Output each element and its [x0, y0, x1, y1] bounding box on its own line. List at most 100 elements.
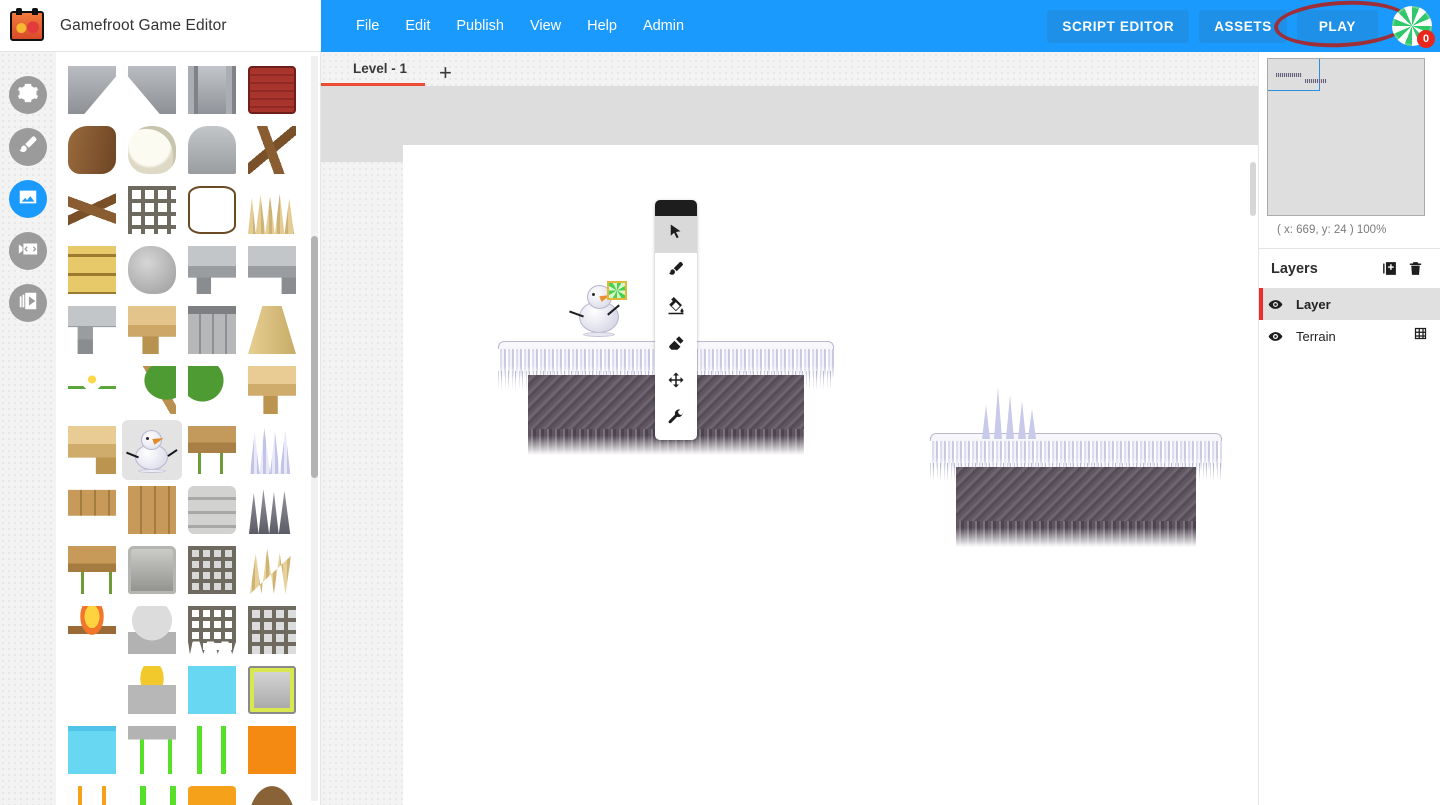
- asset-tile-daisy-flower[interactable]: [62, 360, 122, 420]
- asset-tile-slime-drip-ledge[interactable]: [122, 720, 182, 780]
- snowman-sprite[interactable]: [569, 281, 627, 339]
- sidebar-item-scripts[interactable]: [9, 232, 47, 270]
- asset-tile-wood-plank-ledge-end[interactable]: [62, 420, 122, 480]
- move-tool[interactable]: [655, 364, 697, 401]
- asset-tile-slime-small[interactable]: [122, 780, 182, 805]
- asset-tile-rock-spikes[interactable]: [242, 480, 302, 540]
- ice-platform-right[interactable]: [930, 433, 1222, 551]
- add-tab-button[interactable]: +: [425, 62, 466, 86]
- asset-tile-palm-leaves-left[interactable]: [122, 360, 182, 420]
- palette-scrollbar[interactable]: [311, 56, 318, 801]
- level-canvas[interactable]: [403, 145, 1259, 805]
- add-layer-icon[interactable]: [1376, 256, 1402, 282]
- fill-tool[interactable]: [655, 290, 697, 327]
- lava-drip-icon: [68, 786, 116, 805]
- eraser-tool[interactable]: [655, 327, 697, 364]
- asset-tile-sand-stalagmites[interactable]: [242, 540, 302, 600]
- asset-tile-dead-branch-right[interactable]: [242, 120, 302, 180]
- asset-tile-stone-ledge-left[interactable]: [182, 240, 242, 300]
- asset-tile-stone-fountain[interactable]: [122, 600, 182, 660]
- menu-item-view[interactable]: View: [517, 12, 574, 40]
- asset-tile-snowman[interactable]: [122, 420, 182, 480]
- asset-tile-log-ledge[interactable]: [62, 480, 122, 540]
- asset-tile-lava-ledge[interactable]: [182, 780, 242, 805]
- layer-row-terrain[interactable]: Terrain: [1259, 320, 1440, 352]
- ice-spikes-prop[interactable]: [978, 377, 1048, 439]
- tool-palette: [655, 200, 697, 440]
- assets-button[interactable]: ASSETS: [1199, 9, 1287, 43]
- asset-tile-dirt-mound[interactable]: [242, 780, 302, 805]
- asset-tile-skull[interactable]: [122, 120, 182, 180]
- grid-icon[interactable]: [1413, 326, 1428, 346]
- palette-scrollbar-thumb[interactable]: [311, 236, 318, 478]
- brush-icon: [667, 260, 685, 283]
- asset-tile-sand-spikes[interactable]: [242, 180, 302, 240]
- asset-tile-machine-device[interactable]: [242, 660, 302, 720]
- stone-ledge-right-icon: [248, 246, 296, 294]
- sidebar-item-assets[interactable]: [9, 180, 47, 218]
- menu-item-file[interactable]: File: [343, 12, 392, 40]
- menu-item-edit[interactable]: Edit: [392, 12, 443, 40]
- asset-tile-water-tile[interactable]: [182, 660, 242, 720]
- eye-icon[interactable]: [1268, 329, 1288, 344]
- asset-tile-gold-pillar[interactable]: [122, 660, 182, 720]
- brush-tool[interactable]: [655, 253, 697, 290]
- asset-tile-spiked-grate[interactable]: [182, 600, 242, 660]
- play-button[interactable]: PLAY: [1296, 9, 1378, 43]
- avatar[interactable]: 0: [1392, 6, 1435, 48]
- tool-palette-handle[interactable]: [655, 200, 697, 216]
- asset-tile-slime-vines[interactable]: [182, 720, 242, 780]
- menu-item-help[interactable]: Help: [574, 12, 630, 40]
- level-minimap[interactable]: [1267, 58, 1425, 216]
- settings-tool[interactable]: [655, 401, 697, 438]
- asset-tile-stone-ledge-end[interactable]: [62, 300, 122, 360]
- asset-tile-metal-grid[interactable]: [242, 600, 302, 660]
- asset-tile-water-surface[interactable]: [62, 720, 122, 780]
- trash-icon[interactable]: [1402, 256, 1428, 282]
- eye-icon[interactable]: [1268, 297, 1288, 312]
- asset-tile-metal-pillar[interactable]: [182, 60, 242, 120]
- asset-tile-tree-trunk[interactable]: [62, 120, 122, 180]
- editor-vertical-scrollbar[interactable]: [1250, 162, 1256, 802]
- right-panel: ( x: 669, y: 24 ) 100% Layers Layer Terra…: [1258, 52, 1440, 805]
- select-tool[interactable]: [655, 216, 697, 253]
- asset-tile-palm-leaves-right[interactable]: [182, 360, 242, 420]
- asset-tile-gravestone-rip[interactable]: [182, 120, 242, 180]
- asset-tile-wooden-shield[interactable]: [62, 660, 122, 720]
- asset-tile-stone-column[interactable]: [182, 480, 242, 540]
- menu-item-publish[interactable]: Publish: [443, 12, 517, 40]
- asset-tile-lava-drip[interactable]: [62, 780, 122, 805]
- asset-tile-hay-bale[interactable]: [62, 240, 122, 300]
- asset-tile-metal-grate[interactable]: [182, 540, 242, 600]
- sidebar-item-settings[interactable]: [9, 76, 47, 114]
- asset-tile-stone-ledge-right[interactable]: [242, 240, 302, 300]
- asset-tile-spiked-fence[interactable]: [122, 180, 182, 240]
- layer-row-layer[interactable]: Layer: [1259, 288, 1440, 320]
- gear-icon: [17, 82, 39, 109]
- asset-tile-lava-tile[interactable]: [242, 720, 302, 780]
- asset-tile-grey-rock[interactable]: [122, 240, 182, 300]
- left-rail: [0, 52, 56, 805]
- asset-tile-wood-ledge-vines[interactable]: [62, 540, 122, 600]
- asset-tile-wood-plank-ledge[interactable]: [242, 360, 302, 420]
- asset-tile-log-vine-ledge[interactable]: [122, 480, 182, 540]
- sidebar-item-library[interactable]: [9, 284, 47, 322]
- asset-tile-wood-ledge[interactable]: [122, 300, 182, 360]
- tab-level-1[interactable]: Level - 1: [321, 61, 426, 86]
- asset-tile-dead-branch[interactable]: [62, 180, 122, 240]
- asset-tile-gas-barrel[interactable]: [242, 60, 302, 120]
- sidebar-item-paint[interactable]: [9, 128, 47, 166]
- asset-tile-sand-pillar[interactable]: [242, 300, 302, 360]
- script-editor-button[interactable]: SCRIPT EDITOR: [1047, 9, 1190, 43]
- main-menu: File Edit Publish View Help Admin: [343, 12, 697, 40]
- asset-tile-wooden-barrel[interactable]: [182, 180, 242, 240]
- asset-tile-ice-spikes[interactable]: [242, 420, 302, 480]
- asset-tile-torch[interactable]: [62, 600, 122, 660]
- menu-item-admin[interactable]: Admin: [630, 12, 697, 40]
- asset-tile-metal-beam-left[interactable]: [62, 60, 122, 120]
- asset-tile-stone-wall-spikes[interactable]: [182, 300, 242, 360]
- asset-tile-wood-vine-ledge[interactable]: [182, 420, 242, 480]
- asset-tile-statue-idol[interactable]: [122, 540, 182, 600]
- asset-tile-metal-beam-right[interactable]: [122, 60, 182, 120]
- editor-scrollbar-thumb[interactable]: [1250, 162, 1256, 216]
